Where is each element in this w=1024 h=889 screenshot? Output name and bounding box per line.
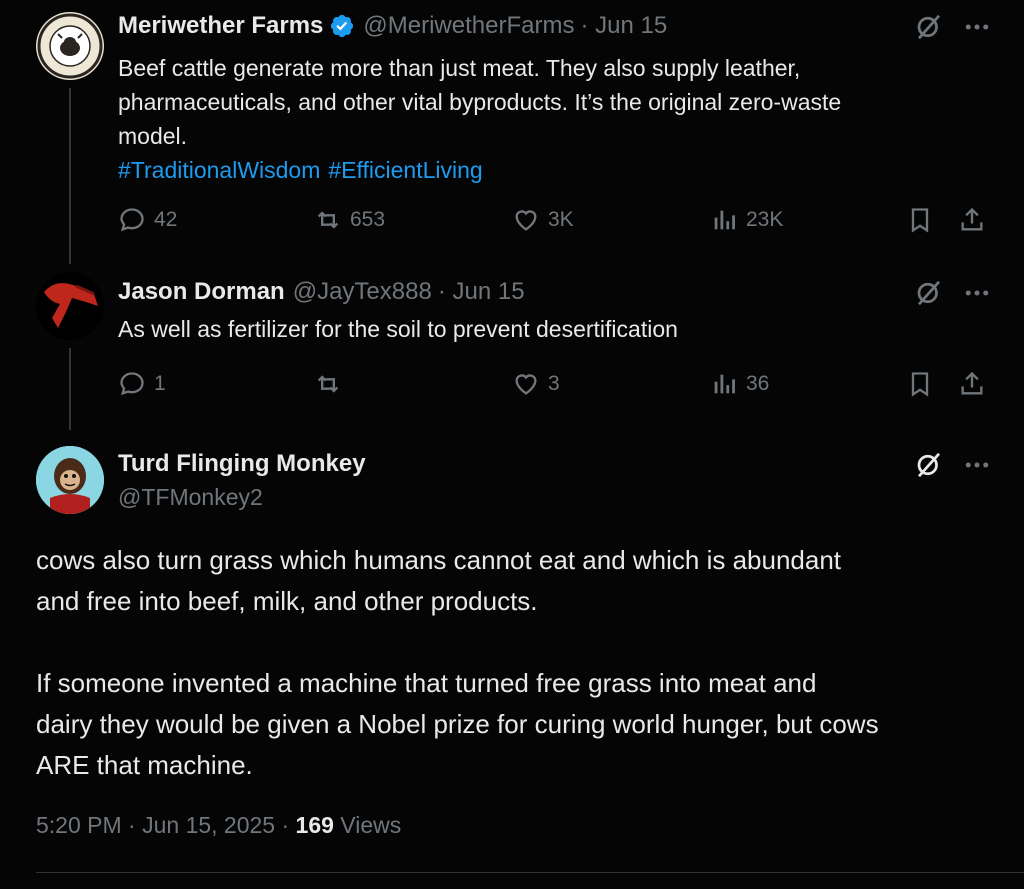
main-tweet-author: Turd Flinging Monkey @TFMonkey2 [118, 450, 366, 511]
tweet2-actions: 1 3 36 [118, 369, 998, 399]
bookmark-icon [911, 208, 929, 233]
tweet2-top-icons [914, 278, 992, 308]
more-options-icon[interactable] [962, 278, 992, 308]
share-icon [961, 371, 983, 395]
tweet1-text-line: Beef cattle generate more than just meat… [118, 55, 801, 81]
reply-icon [120, 372, 144, 396]
grok-icon[interactable] [914, 450, 944, 480]
tweet1-date[interactable]: · Jun 15 [580, 12, 667, 40]
tweet-timestamp-views: 5:20 PM · Jun 15, 2025 · 169 Views [36, 812, 401, 839]
grok-icon[interactable] [914, 12, 944, 42]
reply-button[interactable]: 1 [118, 369, 166, 399]
tweet1-actions: 42 653 3K 23K [118, 205, 998, 235]
tweet1-top-icons [914, 12, 992, 42]
reply-button[interactable]: 42 [118, 205, 177, 235]
heart-icon [515, 210, 537, 231]
views-button[interactable]: 23K [710, 205, 783, 235]
tweet1-header: Meriwether Farms @MeriwetherFarms · Jun … [118, 12, 667, 40]
reply-icon [120, 208, 144, 232]
tweet1-text: Beef cattle generate more than just meat… [118, 51, 998, 187]
bookmark-icon [911, 372, 929, 397]
tweet2-date[interactable]: · Jun 15 [438, 278, 525, 306]
main-text-line: dairy they would be given a Nobel prize … [36, 709, 879, 739]
jason-avatar[interactable] [36, 272, 104, 340]
tweet1-text-line: pharmaceuticals, and other vital byprodu… [118, 89, 842, 115]
main-text-line: ARE that machine. [36, 750, 253, 780]
views-label: Views [333, 812, 402, 838]
repost-icon [317, 211, 339, 229]
tweet1-display-name[interactable]: Meriwether Farms [118, 12, 323, 40]
repost-icon [317, 375, 339, 393]
view-count: 36 [746, 372, 770, 395]
tweet2-header: Jason Dorman @JayTex888 · Jun 15 [118, 278, 525, 306]
main-handle[interactable]: @TFMonkey2 [118, 484, 366, 511]
tfmonkey-avatar[interactable] [36, 446, 104, 514]
hashtag-link[interactable]: #EfficientLiving [328, 157, 482, 183]
tweet2-text: As well as fertilizer for the soil to pr… [118, 316, 678, 342]
tweet1-text-line: model. [118, 123, 188, 149]
more-options-icon[interactable] [962, 450, 992, 480]
share-icon [961, 207, 983, 231]
main-text-line: If someone invented a machine that turne… [36, 668, 817, 698]
timestamp[interactable]: 5:20 PM · Jun 15, 2025 · [36, 812, 296, 838]
like-button[interactable]: 3K [512, 205, 574, 235]
repost-count: 653 [350, 208, 386, 231]
meriwether-avatar[interactable] [36, 12, 104, 80]
share-button[interactable] [958, 369, 986, 399]
main-text-line: and free into beef, milk, and other prod… [36, 586, 538, 616]
like-count: 3 [548, 372, 560, 395]
more-options-icon[interactable] [962, 12, 992, 42]
view-count: 23K [746, 208, 784, 231]
views-icon [714, 374, 735, 394]
tweet2-handle[interactable]: @JayTex888 [293, 278, 432, 306]
heart-icon [515, 374, 537, 395]
tweet2-display-name[interactable]: Jason Dorman [118, 278, 285, 306]
verified-badge-icon [331, 14, 354, 38]
grok-icon[interactable] [914, 278, 944, 308]
like-count: 3K [548, 208, 574, 231]
repost-button[interactable] [314, 369, 342, 399]
tweet1-handle[interactable]: @MeriwetherFarms [363, 12, 574, 40]
main-display-name[interactable]: Turd Flinging Monkey [118, 450, 366, 478]
views-button[interactable]: 36 [710, 369, 769, 399]
repost-button[interactable]: 653 [314, 205, 385, 235]
bookmark-button[interactable] [906, 369, 934, 399]
divider [36, 872, 1024, 873]
tweet-thread: Meriwether Farms @MeriwetherFarms · Jun … [0, 0, 1024, 889]
views-count: 169 [295, 812, 334, 838]
main-top-icons [914, 450, 992, 480]
share-button[interactable] [958, 205, 986, 235]
main-text-line: cows also turn grass which humans cannot… [36, 545, 842, 575]
thread-line [69, 88, 71, 264]
like-button[interactable]: 3 [512, 369, 560, 399]
bookmark-button[interactable] [906, 205, 934, 235]
reply-count: 42 [154, 208, 178, 231]
main-tweet-text: cows also turn grass which humans cannot… [36, 540, 996, 786]
thread-line [69, 348, 71, 430]
reply-count: 1 [154, 372, 166, 395]
views-icon [714, 210, 735, 230]
hashtag-link[interactable]: #TraditionalWisdom [118, 157, 320, 183]
